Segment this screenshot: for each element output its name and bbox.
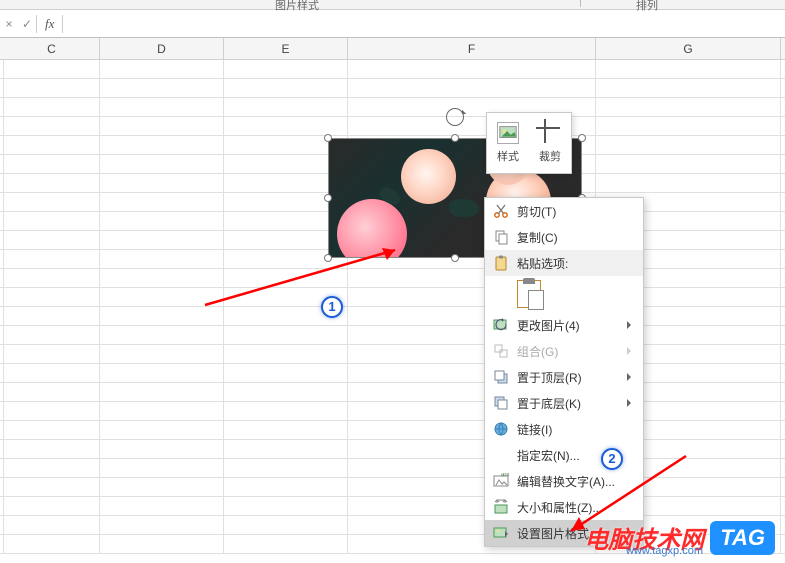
- ribbon-group-label: 排列: [636, 0, 658, 13]
- column-headers: C D E F G: [0, 38, 785, 60]
- menu-label: 置于顶层(R): [517, 369, 582, 386]
- rotate-handle-icon[interactable]: [446, 108, 464, 126]
- size-props-icon: [491, 498, 511, 516]
- submenu-arrow-icon: [627, 399, 635, 407]
- style-label: 样式: [497, 148, 519, 164]
- formula-confirm-icon[interactable]: ✓: [18, 17, 36, 31]
- ribbon-divider: [580, 0, 581, 7]
- formula-bar: × ✓ fx: [0, 10, 785, 38]
- submenu-arrow-icon: [627, 321, 635, 329]
- fx-label[interactable]: fx: [37, 16, 62, 32]
- col-header-G[interactable]: G: [596, 38, 781, 59]
- resize-handle[interactable]: [324, 194, 332, 202]
- menu-cut[interactable]: 剪切(T): [485, 198, 643, 224]
- ribbon-groups-strip: 图片样式 排列: [0, 0, 785, 10]
- blank-icon: [491, 446, 511, 464]
- grid-row[interactable]: [0, 383, 785, 402]
- grid-row[interactable]: [0, 402, 785, 421]
- menu-label: 链接(I): [517, 421, 552, 438]
- link-icon: [491, 420, 511, 438]
- submenu-arrow-icon: [627, 373, 635, 381]
- picture-style-button[interactable]: 样式: [487, 113, 529, 173]
- menu-bring-to-front[interactable]: 置于顶层(R): [485, 364, 643, 390]
- menu-label: 复制(C): [517, 229, 558, 246]
- menu-change-picture[interactable]: 更改图片(4): [485, 312, 643, 338]
- mini-toolbar: 样式 裁剪: [486, 112, 572, 174]
- watermark: 电脑技术网 TAG www.tagxp.com: [584, 520, 775, 555]
- menu-label: 置于底层(K): [517, 395, 581, 412]
- decorative: [449, 199, 479, 217]
- crop-label: 裁剪: [539, 148, 561, 164]
- copy-icon: [491, 228, 511, 246]
- menu-label: 更改图片(4): [517, 317, 580, 334]
- menu-copy[interactable]: 复制(C): [485, 224, 643, 250]
- grid-row[interactable]: [0, 117, 785, 136]
- scissors-icon: [491, 202, 511, 220]
- format-picture-icon: [491, 524, 511, 542]
- paste-option-preview[interactable]: [485, 276, 643, 312]
- change-picture-icon: [491, 316, 511, 334]
- paste-icon: [491, 254, 511, 272]
- grid-row[interactable]: [0, 60, 785, 79]
- watermark-tag: TAG: [710, 521, 775, 555]
- menu-label: 剪切(T): [517, 203, 556, 220]
- alt-text-icon: abc: [491, 472, 511, 490]
- resize-handle[interactable]: [451, 134, 459, 142]
- annotation-bubble-1: 1: [321, 296, 343, 318]
- resize-handle[interactable]: [451, 254, 459, 262]
- group-icon: [491, 342, 511, 360]
- decorative: [401, 149, 456, 204]
- annotation-arrow-1: [200, 240, 410, 310]
- col-header-C[interactable]: C: [4, 38, 100, 59]
- send-back-icon: [491, 394, 511, 412]
- menu-paste-options-header: 粘贴选项:: [485, 250, 643, 276]
- picture-style-icon: [497, 122, 519, 144]
- svg-text:abc: abc: [501, 473, 509, 478]
- formula-cancel-icon[interactable]: ×: [0, 17, 18, 31]
- col-header-E[interactable]: E: [224, 38, 348, 59]
- menu-label: 组合(G): [517, 343, 558, 360]
- menu-label: 粘贴选项:: [517, 255, 568, 272]
- grid-row[interactable]: [0, 364, 785, 383]
- formula-input[interactable]: [63, 10, 785, 37]
- grid-row[interactable]: [0, 98, 785, 117]
- resize-handle[interactable]: [578, 134, 586, 142]
- watermark-url: www.tagxp.com: [626, 545, 703, 557]
- menu-send-to-back[interactable]: 置于底层(K): [485, 390, 643, 416]
- col-header-F[interactable]: F: [348, 38, 596, 59]
- submenu-arrow-icon: [627, 347, 635, 355]
- clipboard-icon: [517, 280, 541, 308]
- crop-icon: [539, 122, 561, 144]
- grid-row[interactable]: [0, 345, 785, 364]
- ribbon-group-label: 图片样式: [275, 0, 319, 13]
- resize-handle[interactable]: [324, 134, 332, 142]
- annotation-bubble-2: 2: [601, 448, 623, 470]
- grid-row[interactable]: [0, 421, 785, 440]
- col-header-D[interactable]: D: [100, 38, 224, 59]
- crop-button[interactable]: 裁剪: [529, 113, 571, 173]
- bring-front-icon: [491, 368, 511, 386]
- menu-group: 组合(G): [485, 338, 643, 364]
- menu-link[interactable]: 链接(I): [485, 416, 643, 442]
- grid-row[interactable]: [0, 79, 785, 98]
- grid-row[interactable]: [0, 326, 785, 345]
